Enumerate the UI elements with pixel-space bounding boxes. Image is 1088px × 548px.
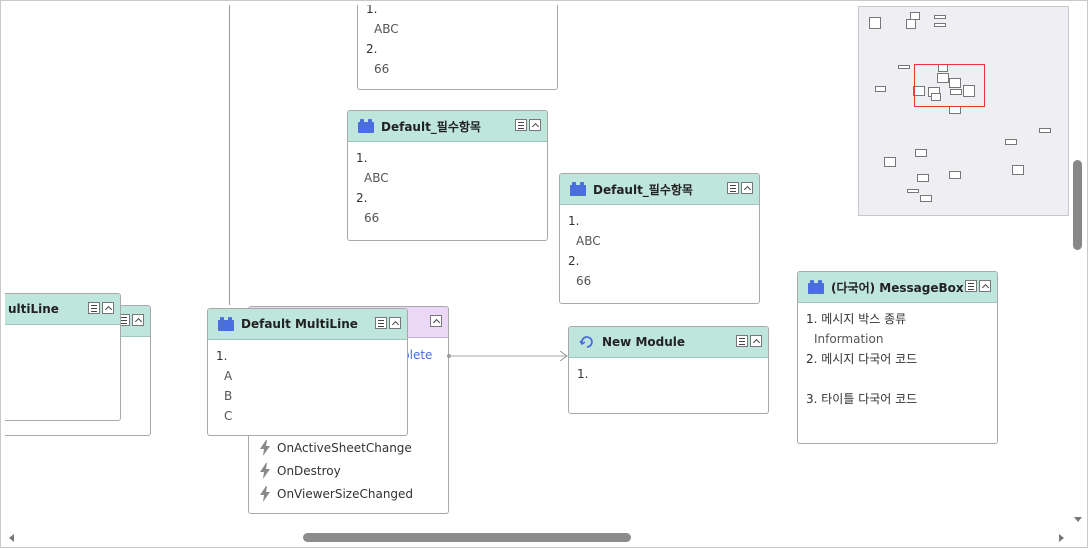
node-title: ultiLine (8, 302, 59, 316)
node-new-module[interactable]: New Module 1. (568, 326, 769, 414)
minimap-node (1012, 165, 1024, 175)
node-value: Information (814, 332, 884, 346)
minimap-node (915, 149, 927, 157)
list-icon[interactable] (88, 302, 100, 314)
chevron-up-icon[interactable] (389, 317, 401, 329)
minimap-node (869, 17, 881, 29)
node-line: 1. (216, 349, 228, 363)
node-title: Default_필수항목 (381, 119, 481, 134)
node-top[interactable]: 1. ABC 2. 66 (357, 5, 558, 90)
chevron-up-icon[interactable] (741, 182, 753, 194)
node-header[interactable]: New Module (569, 327, 768, 358)
node-header[interactable]: Default MultiLine (208, 309, 407, 340)
event-item[interactable]: OnDestroy (259, 459, 413, 482)
event-item[interactable]: OnActiveSheetChange (259, 436, 413, 459)
minimap-node (1005, 139, 1017, 145)
minimap-node (898, 65, 910, 69)
minimap-node (875, 86, 886, 92)
refresh-icon (579, 336, 593, 348)
chevron-up-icon[interactable] (750, 335, 762, 347)
puzzle-icon (808, 280, 824, 294)
event-label: OnViewerSizeChanged (277, 486, 414, 501)
minimap-node (949, 171, 961, 179)
node-header[interactable]: (다국어) MessageBox (798, 272, 997, 303)
list-icon[interactable] (375, 317, 387, 329)
node-value: C (224, 409, 233, 423)
minimap-node (920, 195, 932, 202)
node-messagebox[interactable]: (다국어) MessageBox 1. 메시지 박스 종류 Informatio… (797, 271, 998, 444)
chevron-up-icon[interactable] (132, 314, 144, 326)
vertical-scrollbar[interactable] (1070, 5, 1086, 529)
list-icon[interactable] (965, 280, 977, 292)
node-value: 66 (374, 62, 390, 76)
minimap-node (1039, 128, 1051, 133)
event-label: OnActiveSheetChange (277, 440, 412, 455)
chevron-up-icon[interactable] (979, 280, 991, 292)
vertical-scroll-thumb[interactable] (1073, 160, 1082, 250)
minimap-node (884, 157, 896, 167)
node-title: Default MultiLine (241, 317, 358, 331)
chevron-up-icon[interactable] (430, 315, 442, 327)
node-title: (다국어) MessageBox (831, 280, 964, 295)
editor-frame: 1. ABC 2. 66 Default_필수항목 1. ABC 2. 66 D… (0, 0, 1088, 548)
node-line: 2. (366, 42, 378, 56)
puzzle-icon (358, 119, 374, 133)
node-line: 2. (356, 191, 368, 205)
node-value: B (224, 389, 233, 403)
minimap-viewport[interactable] (914, 64, 985, 107)
node-required-2[interactable]: Default_필수항목 1. ABC 2. 66 (559, 173, 760, 304)
node-value: 66 (576, 274, 592, 288)
lightning-icon (260, 485, 270, 502)
list-icon[interactable] (515, 119, 527, 131)
node-line: 2. (568, 254, 580, 268)
minimap-node (934, 15, 946, 19)
node-value: ABC (374, 22, 399, 36)
node-header[interactable]: ultiLine (5, 294, 120, 325)
node-line: 1. (568, 214, 580, 228)
lightning-icon (260, 462, 270, 479)
minimap-node (906, 19, 916, 29)
node-line: 3. 타이틀 다국어 코드 (806, 392, 918, 406)
node-required-1[interactable]: Default_필수항목 1. ABC 2. 66 (347, 110, 548, 241)
lightning-icon (260, 439, 270, 456)
connection-arrow (447, 350, 568, 362)
node-line: 1. (577, 367, 589, 381)
horizontal-scroll-thumb[interactable] (303, 533, 631, 542)
puzzle-icon (218, 317, 234, 331)
puzzle-icon (570, 182, 586, 196)
node-line: 1. (356, 151, 368, 165)
node-line: 2. 메시지 다국어 코드 (806, 352, 918, 366)
node-value: A (224, 369, 233, 383)
minimap-node (907, 189, 919, 193)
event-label: OnDestroy (277, 463, 341, 478)
minimap-node (949, 106, 961, 114)
node-title: New Module (602, 335, 686, 349)
scroll-right-icon[interactable] (1057, 533, 1065, 543)
node-title: Default_필수항목 (593, 182, 693, 197)
scroll-left-icon[interactable] (8, 533, 16, 543)
list-icon[interactable] (727, 182, 739, 194)
node-multiline-left[interactable]: ultiLine (5, 293, 121, 421)
node-value: ABC (364, 171, 389, 185)
list-icon[interactable] (736, 335, 748, 347)
node-multiline-main[interactable]: Default MultiLine 1. A B C (207, 308, 408, 436)
node-line: 1. (366, 5, 378, 16)
event-item[interactable]: OnViewerSizeChanged (259, 482, 413, 505)
minimap[interactable] (858, 6, 1069, 216)
minimap-node (917, 174, 929, 182)
scroll-down-icon[interactable] (1073, 515, 1083, 523)
node-line: 1. 메시지 박스 종류 (806, 312, 907, 326)
node-value: 66 (364, 211, 380, 225)
connector-line (229, 5, 230, 305)
minimap-node (934, 23, 946, 27)
node-header[interactable]: Default_필수항목 (560, 174, 759, 205)
horizontal-scrollbar[interactable] (5, 530, 1069, 546)
node-header[interactable]: Default_필수항목 (348, 111, 547, 142)
node-value: ABC (576, 234, 601, 248)
chevron-up-icon[interactable] (102, 302, 114, 314)
chevron-up-icon[interactable] (529, 119, 541, 131)
